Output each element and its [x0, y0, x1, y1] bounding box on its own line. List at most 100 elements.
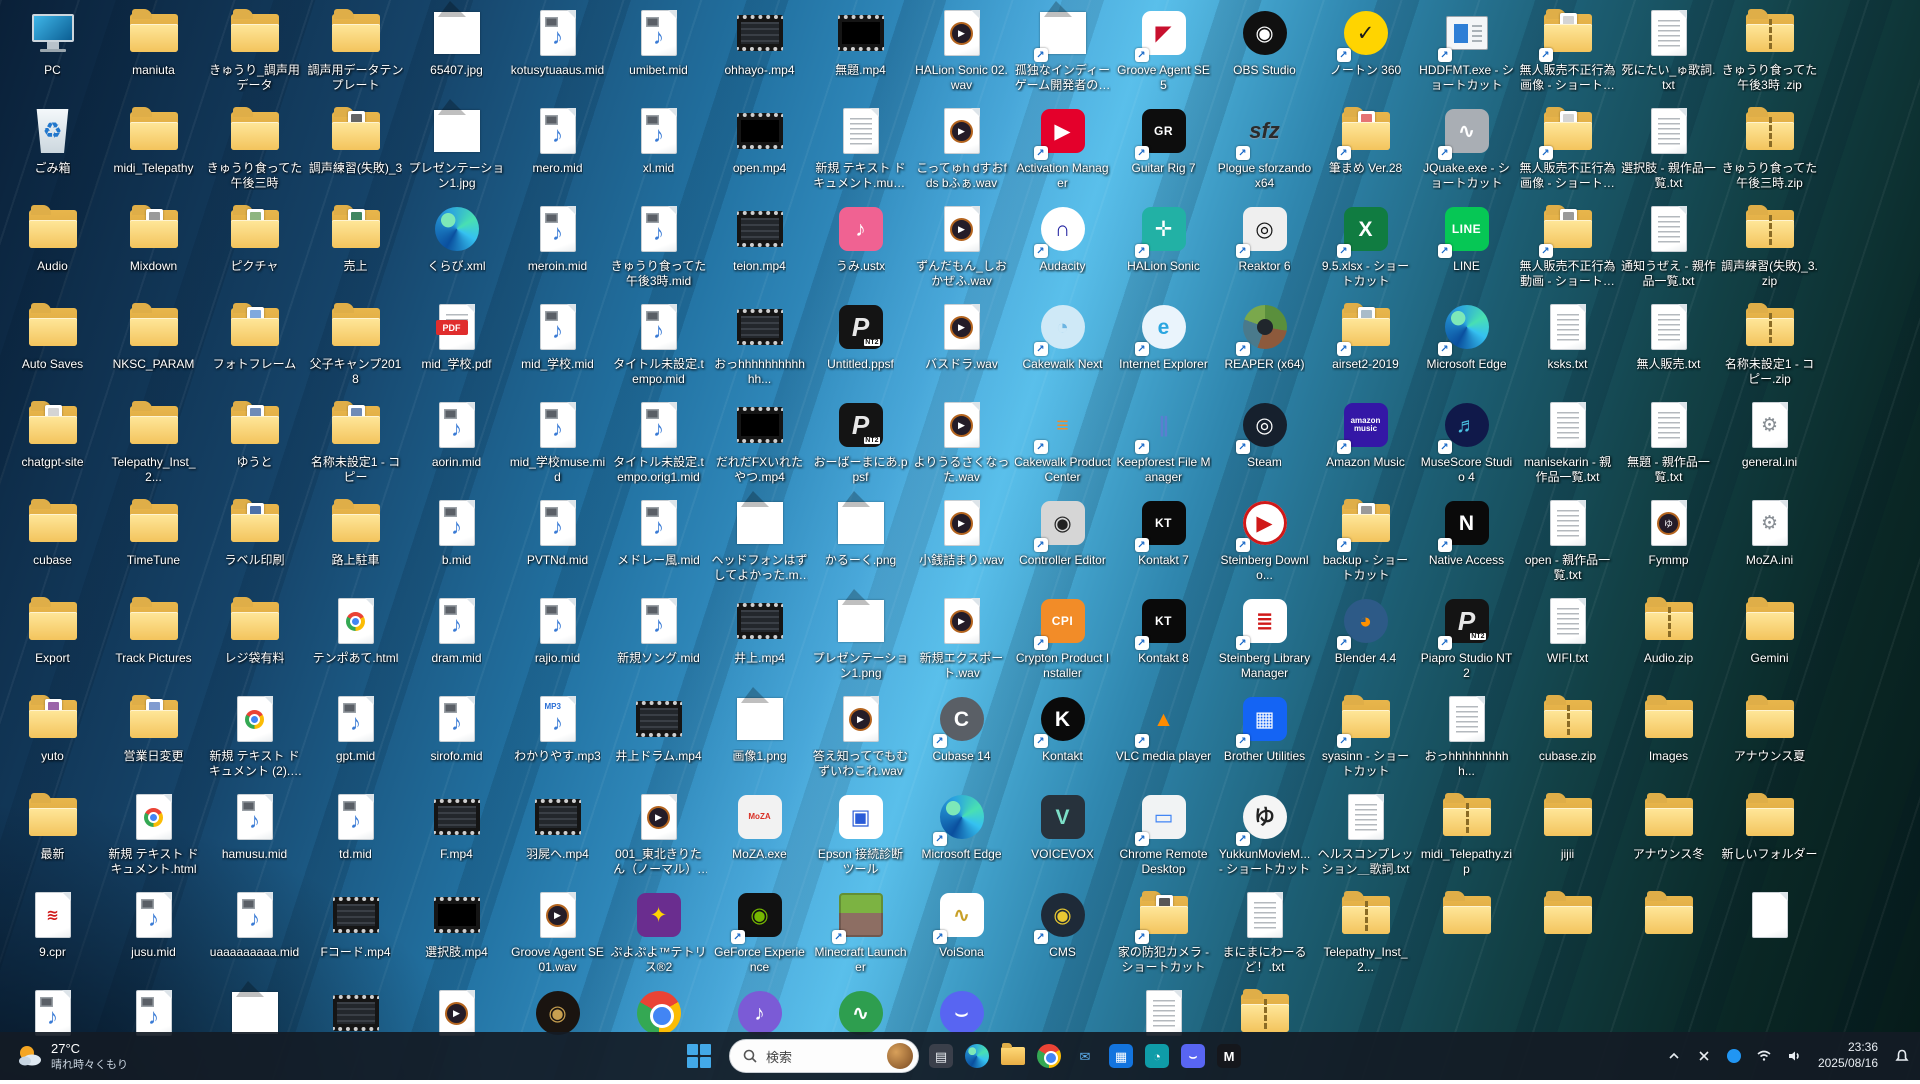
desktop-icon[interactable] — [1517, 888, 1618, 986]
taskbar-app-discord[interactable]: ⌣ — [1181, 1044, 1205, 1068]
desktop-icon[interactable]: きゅうり_調声用データ — [204, 6, 305, 104]
desktop-icon[interactable]: ↗無人販売不正行為動画 - ショートカット — [1517, 202, 1618, 300]
desktop-icon[interactable]: manisekarin - 親作品一覧.txt — [1517, 398, 1618, 496]
desktop-icon[interactable]: ♪hamusu.mid — [204, 790, 305, 888]
desktop-icon[interactable]: ♪jusu.mid — [103, 888, 204, 986]
taskbar-app-teal-browser[interactable]: ◔ — [1145, 1044, 1169, 1068]
desktop-icon[interactable]: 名称未設定1 - コピー.zip — [1719, 300, 1820, 398]
desktop-icon[interactable]: WIFI.txt — [1517, 594, 1618, 692]
desktop-icon[interactable]: ▣Epson 接続診断ツール — [810, 790, 911, 888]
desktop-icon[interactable]: ◉↗GeForce Experience — [709, 888, 810, 986]
desktop-icon[interactable]: GR↗Guitar Rig 7 — [1113, 104, 1214, 202]
desktop-icon[interactable]: ≋9.cpr — [2, 888, 103, 986]
desktop-icon[interactable]: Audio — [2, 202, 103, 300]
desktop-icon[interactable]: ↗Minecraft Launcher — [810, 888, 911, 986]
desktop-icon[interactable]: N↗Native Access — [1416, 496, 1517, 594]
desktop-icon[interactable]: 無人販売.txt — [1618, 300, 1719, 398]
desktop-icon[interactable] — [1719, 888, 1820, 986]
desktop-icon[interactable]: Telepathy_Inst_2... — [103, 398, 204, 496]
desktop-icon[interactable]: ♪うみ.ustx — [810, 202, 911, 300]
desktop-icon[interactable]: ♪meroin.mid — [507, 202, 608, 300]
desktop-icon[interactable]: MP3♪わかりやす.mp3 — [507, 692, 608, 790]
taskbar-app-edge[interactable] — [965, 1044, 989, 1068]
desktop-icon[interactable]: ◤↗Groove Agent SE 5 — [1113, 6, 1214, 104]
desktop-icon[interactable]: ♻ごみ箱 — [2, 104, 103, 202]
desktop-icon[interactable]: CPI↗Crypton Product Installer — [1012, 594, 1113, 692]
desktop-icon[interactable]: 羽屍ヘ.mp4 — [507, 790, 608, 888]
desktop-icon[interactable]: C↗Cubase 14 — [911, 692, 1012, 790]
desktop-icon[interactable]: 画像1.png — [709, 692, 810, 790]
desktop-icon[interactable] — [1618, 888, 1719, 986]
desktop-icon[interactable]: ♪mero.mid — [507, 104, 608, 202]
taskbar-app-store[interactable]: ▦ — [1109, 1044, 1133, 1068]
desktop-icon[interactable]: NKSC_PARAM — [103, 300, 204, 398]
desktop-icon[interactable]: フォトフレーム — [204, 300, 305, 398]
desktop-icon[interactable]: ♪タイトル未設定.tempo.orig1.mid — [608, 398, 709, 496]
desktop-icon[interactable]: 井上ドラム.mp4 — [608, 692, 709, 790]
desktop-icon[interactable]: ↗backup - ショートカット — [1315, 496, 1416, 594]
desktop-icon[interactable]: ピクチャ — [204, 202, 305, 300]
desktop-icon[interactable]: 通知うぜえ - 親作品一覧.txt — [1618, 202, 1719, 300]
desktop-icon[interactable]: amazon music↗Amazon Music — [1315, 398, 1416, 496]
desktop-icon[interactable]: ♪新規ソング.mid — [608, 594, 709, 692]
desktop-icon[interactable]: ゆFymmp — [1618, 496, 1719, 594]
desktop-icon[interactable]: 選択肢 - 親作品一覧.txt — [1618, 104, 1719, 202]
desktop-icon[interactable]: ♪aorin.mid — [406, 398, 507, 496]
desktop-icon[interactable]: jijii — [1517, 790, 1618, 888]
desktop-icon[interactable]: 無題.mp4 — [810, 6, 911, 104]
volume-icon[interactable] — [1780, 1036, 1808, 1076]
desktop-icon[interactable]: ▶↗Activation Manager — [1012, 104, 1113, 202]
desktop-icon[interactable]: ♪xl.mid — [608, 104, 709, 202]
taskbar-app-chrome[interactable] — [1037, 1044, 1061, 1068]
desktop-icon[interactable]: ゆうと — [204, 398, 305, 496]
desktop-icon[interactable]: ↗Microsoft Edge — [911, 790, 1012, 888]
desktop-icon[interactable]: ↗無人販売不正行為画像 - ショートカット — [1517, 104, 1618, 202]
desktop-icon[interactable]: yuto — [2, 692, 103, 790]
desktop-icon[interactable]: くらび.xml — [406, 202, 507, 300]
desktop-icon[interactable]: ◉↗CMS — [1012, 888, 1113, 986]
desktop-icon[interactable]: テンポあて.html — [305, 594, 406, 692]
desktop-icon[interactable]: ▶001_東北きりたん（ノーマル）_今じゃ... — [608, 790, 709, 888]
desktop-icon[interactable]: Telepathy_Inst_2... — [1315, 888, 1416, 986]
desktop-icon[interactable]: おっhhhhhhhhhh... — [1416, 692, 1517, 790]
desktop-icon[interactable]: ✦ぷよぷよ™テトリス®2 — [608, 888, 709, 986]
desktop-icon[interactable]: ▶小銭詰まり.wav — [911, 496, 1012, 594]
desktop-icon[interactable]: PNT2↗Piapro Studio NT2 — [1416, 594, 1517, 692]
desktop-icon[interactable]: KT↗Kontakt 8 — [1113, 594, 1214, 692]
desktop-icon[interactable]: sfz↗Plogue sforzando x64 — [1214, 104, 1315, 202]
desktop-icon[interactable]: ▶答え知ってでもむずいわこれ.wav — [810, 692, 911, 790]
desktop-icon[interactable]: 調声練習(失敗)_3 — [305, 104, 406, 202]
desktop-icon[interactable]: maniuta — [103, 6, 204, 104]
tray-x-app-icon[interactable] — [1690, 1036, 1718, 1076]
search-highlight-avatar[interactable] — [887, 1043, 913, 1069]
desktop-icon[interactable]: 調声用データテンプレート — [305, 6, 406, 104]
desktop-icon[interactable]: LINE↗LINE — [1416, 202, 1517, 300]
desktop-icon[interactable]: VVOICEVOX — [1012, 790, 1113, 888]
desktop-icon[interactable]: ≡↗Cakewalk Product Center — [1012, 398, 1113, 496]
desktop-icon[interactable]: midi_Telepathy — [103, 104, 204, 202]
desktop-icon[interactable]: ∥↗Keepforest File Manager — [1113, 398, 1214, 496]
desktop-icon[interactable]: ↗Microsoft Edge — [1416, 300, 1517, 398]
desktop-icon[interactable]: ◎↗Steam — [1214, 398, 1315, 496]
desktop-icon[interactable]: ♪dram.mid — [406, 594, 507, 692]
tray-chevron-up-icon[interactable] — [1660, 1036, 1688, 1076]
desktop-icon[interactable]: ◉OBS Studio — [1214, 6, 1315, 104]
desktop-icon[interactable]: ≣↗Steinberg Library Manager — [1214, 594, 1315, 692]
taskbar-app-window-app[interactable]: ▤ — [929, 1044, 953, 1068]
desktop-icon[interactable]: ラベル印刷 — [204, 496, 305, 594]
desktop-icon[interactable]: かるーく.png — [810, 496, 911, 594]
desktop-icon[interactable]: ヘルスコンプレッション＿歌詞.txt — [1315, 790, 1416, 888]
desktop-icon[interactable]: teion.mp4 — [709, 202, 810, 300]
desktop-icon[interactable]: Auto Saves — [2, 300, 103, 398]
desktop-icon[interactable]: ♪メドレー風.mid — [608, 496, 709, 594]
desktop-icon[interactable]: PDFmid_学校.pdf — [406, 300, 507, 398]
desktop-icon[interactable]: ヘッドフォンはずしてよかった.mp4 — [709, 496, 810, 594]
desktop-icon[interactable]: 名称未設定1 - コピー — [305, 398, 406, 496]
desktop-icon[interactable]: 営業日変更 — [103, 692, 204, 790]
desktop-icon[interactable]: open - 親作品一覧.txt — [1517, 496, 1618, 594]
desktop-icon[interactable] — [1416, 888, 1517, 986]
desktop-icon[interactable]: ∿↗JQuake.exe - ショートカット — [1416, 104, 1517, 202]
desktop-icon[interactable]: Images — [1618, 692, 1719, 790]
desktop-icon[interactable]: midi_Telepathy.zip — [1416, 790, 1517, 888]
desktop-icon[interactable]: ♪uaaaaaaaaa.mid — [204, 888, 305, 986]
